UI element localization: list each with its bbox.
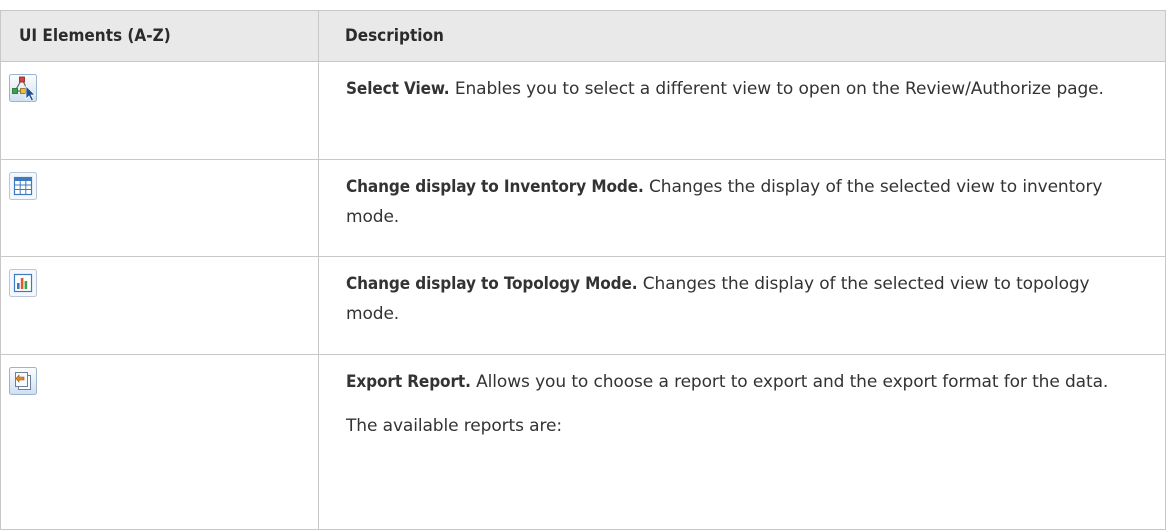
term-label: Change display to Inventory Mode.	[346, 177, 644, 197]
term-label: Change display to Topology Mode.	[346, 273, 638, 294]
table-row: Select View. Enables you to select a dif…	[0, 61, 1166, 160]
description-cell: Export Report. Allows you to choose a re…	[318, 353, 1166, 530]
term-description: Allows you to choose a report to export …	[470, 371, 1109, 392]
ui-element-cell	[0, 61, 319, 160]
description-cell: Change display to Topology Mode. Changes…	[318, 255, 1166, 355]
available-reports-text: The available reports are:	[346, 415, 562, 436]
term-label: Export Report.	[346, 371, 471, 392]
column-header-description: Description	[318, 10, 1166, 62]
column-header-ui-elements: UI Elements (A-Z)	[0, 10, 319, 62]
table-row: Export Report. Allows you to choose a re…	[0, 353, 1166, 530]
export-report-icon	[9, 366, 37, 395]
ui-elements-table: UI Elements (A-Z) Description Select Vie…	[0, 10, 1166, 530]
description-text: Select View. Enables you to select a dif…	[346, 74, 1145, 104]
topology-mode-icon	[9, 268, 37, 297]
description-text: Change display to Inventory Mode. Change…	[346, 172, 1145, 232]
description-cell: Select View. Enables you to select a dif…	[318, 61, 1166, 160]
select-view-icon	[9, 74, 37, 102]
description-text: Change display to Topology Mode. Changes…	[346, 269, 1145, 329]
ui-element-cell	[0, 255, 319, 355]
term-description: Enables you to select a different view t…	[449, 79, 1104, 99]
inventory-mode-icon	[9, 172, 37, 200]
ui-element-cell	[0, 353, 319, 530]
description-cell: Change display to Inventory Mode. Change…	[318, 159, 1166, 257]
table-header-row: UI Elements (A-Z) Description	[0, 10, 1166, 62]
description-text: Export Report. Allows you to choose a re…	[346, 367, 1145, 397]
ui-element-cell	[0, 159, 319, 257]
table-row: Change display to Inventory Mode. Change…	[0, 159, 1166, 257]
table-row: Change display to Topology Mode. Changes…	[0, 255, 1166, 355]
term-label: Select View.	[346, 79, 450, 99]
